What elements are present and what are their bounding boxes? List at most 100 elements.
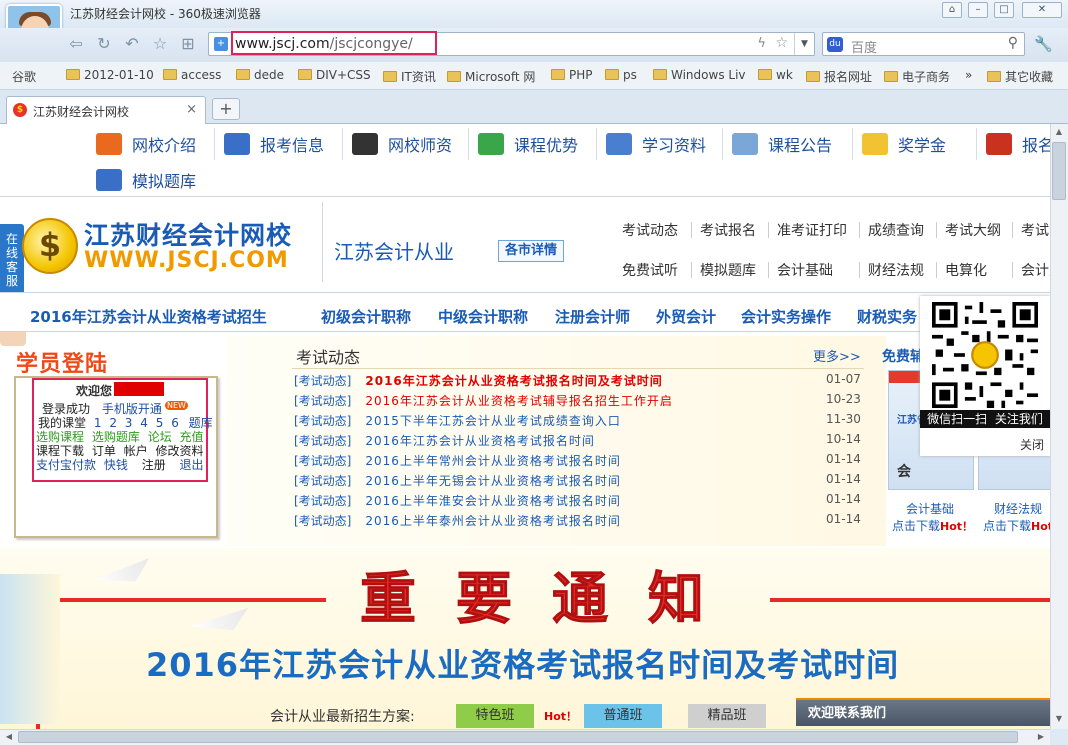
news-tag[interactable]: [考试动态] [294,514,351,528]
topnav-item[interactable]: 课程优势 [478,132,578,156]
scroll-right-icon[interactable]: ▶ [1036,732,1046,741]
news-link[interactable]: 2016年江苏会计从业资格考试辅导报名招生工作开启 [365,394,673,408]
bookmark-star-icon[interactable]: ☆ [775,35,788,51]
speed-mode-icon[interactable]: ϟ [757,36,766,51]
category-link[interactable]: 外贸会计 [656,306,716,327]
undo-close-icon[interactable]: ↶ [122,34,142,54]
vertical-scroll-thumb[interactable] [1052,142,1066,200]
topnav-item[interactable]: 报名 [986,132,1050,156]
close-window-button[interactable]: ✕ [1022,2,1062,18]
quick-link[interactable]: 考试大纲 [945,220,1001,240]
news-link[interactable]: 2016上半年常州会计从业资格考试报名时间 [365,454,621,468]
refresh-icon[interactable]: ↻ [94,34,114,54]
bookmark-item[interactable]: ps [605,68,637,82]
category-link[interactable]: 财税实务 [857,306,917,327]
search-icon[interactable]: ⚲ [1008,35,1018,51]
quick-link[interactable]: 财经法规 [868,260,924,280]
bookmark-item[interactable]: DIV+CSS [298,68,371,82]
topnav-item[interactable]: 报考信息 [224,132,324,156]
apps-grid-icon[interactable]: ⊞ [178,34,198,54]
quick-link[interactable]: 考试动态 [622,220,678,240]
quick-link[interactable]: 考试报名 [700,220,756,240]
bookmark-item[interactable]: wk [758,68,793,82]
news-tag[interactable]: [考试动态] [294,434,351,448]
scroll-left-icon[interactable]: ◀ [4,732,14,741]
topnav-item[interactable]: 奖学金 [862,132,946,156]
news-tag[interactable]: [考试动态] [294,374,351,388]
news-more-link[interactable]: 更多>> [813,346,861,365]
news-link[interactable]: 2016年江苏会计从业资格考试报名时间及考试时间 [365,374,662,388]
quick-link[interactable]: 准考证打印 [777,220,847,240]
news-tag[interactable]: [考试动态] [294,414,351,428]
horizontal-scroll-thumb[interactable] [18,731,1018,743]
bookmark-item[interactable]: 谷歌 [12,68,36,85]
url-dropdown-icon[interactable]: ▼ [794,33,814,55]
category-link[interactable]: 2016年江苏会计从业资格考试招生 [30,306,267,327]
favorite-star-icon[interactable]: ☆ [150,34,170,54]
topnav-item[interactable]: 学习资料 [606,132,706,156]
quick-link[interactable]: 模拟题库 [700,260,756,280]
news-item[interactable]: [考试动态] 2016上半年淮安会计从业资格考试报名时间 [294,492,621,509]
category-link[interactable]: 中级会计职称 [438,306,528,327]
scroll-up-icon[interactable]: ▲ [1052,127,1066,136]
news-link[interactable]: 2016上半年无锡会计从业资格考试报名时间 [365,474,621,488]
regular-class-button[interactable]: 普通班 [584,704,662,728]
news-item[interactable]: [考试动态] 2016上半年泰州会计从业资格考试报名时间 [294,512,621,529]
scroll-down-icon[interactable]: ▼ [1052,714,1066,723]
download-basics[interactable]: 会计基础 点击下载Hot！ [892,500,973,534]
news-item[interactable]: [考试动态] 2016上半年常州会计从业资格考试报名时间 [294,452,621,469]
bookmark-item[interactable]: » [965,68,972,82]
news-tag[interactable]: [考试动态] [294,494,351,508]
quick-link[interactable]: 电算化 [945,260,987,280]
featured-class-button[interactable]: 特色班 [456,704,534,728]
register-link[interactable]: 注册 [142,458,166,472]
news-tag[interactable]: [考试动态] [294,394,351,408]
news-link[interactable]: 2016年江苏会计从业资格考试报名时间 [365,434,595,448]
maximize-button[interactable]: □ [994,2,1014,18]
back-icon[interactable]: ⇦ [66,34,86,54]
news-item[interactable]: [考试动态] 2015下半年江苏会计从业考试成绩查询入口 [294,412,621,429]
news-link[interactable]: 2015下半年江苏会计从业考试成绩查询入口 [365,414,621,428]
bookmark-item[interactable]: Microsoft 网 [447,68,535,85]
news-link[interactable]: 2016上半年泰州会计从业资格考试报名时间 [365,514,621,528]
news-tag[interactable]: [考试动态] [294,474,351,488]
logout-link[interactable]: 退出 [180,458,204,472]
premium-class-button[interactable]: 精品班 [688,704,766,728]
bookmark-item[interactable]: 其它收藏 [987,68,1053,85]
bookmark-item[interactable]: 2012-01-10 [66,68,154,82]
new-tab-button[interactable]: + [212,98,240,120]
tab-close-icon[interactable]: × [186,102,197,117]
quick-link[interactable]: 考试 [1021,220,1049,240]
download-regulations[interactable]: 财经法规 点击下载Hot [980,500,1050,534]
topnav-item[interactable]: 课程公告 [732,132,832,156]
kuaiqian-link[interactable]: 快钱 [104,458,128,472]
news-link[interactable]: 2016上半年淮安会计从业资格考试报名时间 [365,494,621,508]
news-tag[interactable]: [考试动态] [294,454,351,468]
minimize-button[interactable]: – [968,2,988,18]
bookmark-item[interactable]: IT资讯 [383,68,436,85]
site-logo[interactable]: $ 江苏财经会计网校 WWW.JSCJ.COM [22,216,300,282]
topnav-item[interactable]: 模拟题库 [96,168,196,192]
bookmark-item[interactable]: 电子商务 [884,68,950,85]
bookmark-item[interactable]: Windows Liv [653,68,746,82]
news-item[interactable]: [考试动态] 2016年江苏会计从业资格考试报名时间及考试时间 [294,372,663,389]
quick-link[interactable]: 会计从业 [1021,260,1050,280]
news-item[interactable]: [考试动态] 2016上半年无锡会计从业资格考试报名时间 [294,472,621,489]
quick-link[interactable]: 成绩查询 [868,220,924,240]
bookmark-item[interactable]: dede [236,68,284,82]
category-link[interactable]: 初级会计职称 [321,306,411,327]
tab-active[interactable]: $ 江苏财经会计网校 × [6,96,206,124]
skin-button[interactable]: ⌂ [942,2,962,18]
bookmark-item[interactable]: PHP [551,68,593,82]
topnav-item[interactable]: 网校师资 [352,132,452,156]
category-link[interactable]: 会计实务操作 [741,306,831,327]
quick-link[interactable]: 会计基础 [777,260,833,280]
quick-link[interactable]: 免费试听 [622,260,678,280]
settings-wrench-icon[interactable]: 🔧 [1034,35,1053,53]
contact-us-bar[interactable]: 欢迎联系我们 [796,698,1050,726]
vertical-scrollbar[interactable] [1050,124,1068,729]
qr-close-button[interactable]: 关闭 [1020,436,1044,453]
category-link[interactable]: 注册会计师 [555,306,630,327]
news-item[interactable]: [考试动态] 2016年江苏会计从业资格考试辅导报名招生工作开启 [294,392,673,409]
bookmark-item[interactable]: access [163,68,221,82]
